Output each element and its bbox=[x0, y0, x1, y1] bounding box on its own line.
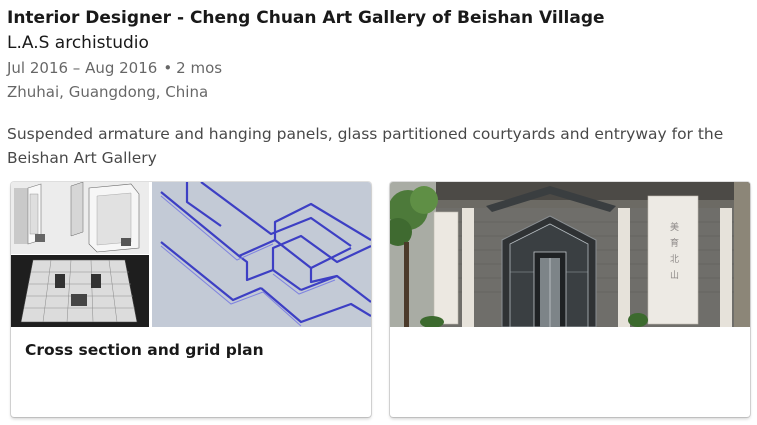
date-range: Jul 2016 – Aug 2016 bbox=[7, 59, 158, 77]
separator-bullet: • bbox=[163, 59, 173, 77]
svg-text:美: 美 bbox=[670, 221, 679, 233]
location: Zhuhai, Guangdong, China bbox=[7, 83, 209, 101]
media-card-gallery-entrance[interactable]: 美育 北山 bbox=[390, 182, 750, 417]
gallery-entrance-photo: 美育 北山 bbox=[390, 182, 750, 327]
experience-entry: Interior Designer - Cheng Chuan Art Gall… bbox=[7, 6, 747, 170]
media-thumbnail-photo[interactable]: 美育 北山 bbox=[390, 182, 750, 327]
svg-text:北: 北 bbox=[670, 254, 679, 265]
media-card-title[interactable]: Cross section and grid plan bbox=[25, 340, 264, 360]
cross-section-grid-image bbox=[11, 182, 371, 327]
position-description: Suspended armature and hanging panels, g… bbox=[7, 125, 724, 167]
media-thumbnail-drawings[interactable] bbox=[11, 182, 371, 327]
svg-text:育: 育 bbox=[670, 237, 679, 249]
duration: 2 mos bbox=[176, 59, 223, 77]
date-range-line: Jul 2016 – Aug 2016 • 2 mos bbox=[7, 56, 747, 80]
svg-text:山: 山 bbox=[670, 270, 679, 281]
company-name[interactable]: L.A.S archistudio bbox=[7, 31, 747, 55]
media-card-cross-section[interactable]: Cross section and grid plan bbox=[11, 182, 371, 417]
position-title[interactable]: Interior Designer - Cheng Chuan Art Gall… bbox=[7, 6, 747, 30]
